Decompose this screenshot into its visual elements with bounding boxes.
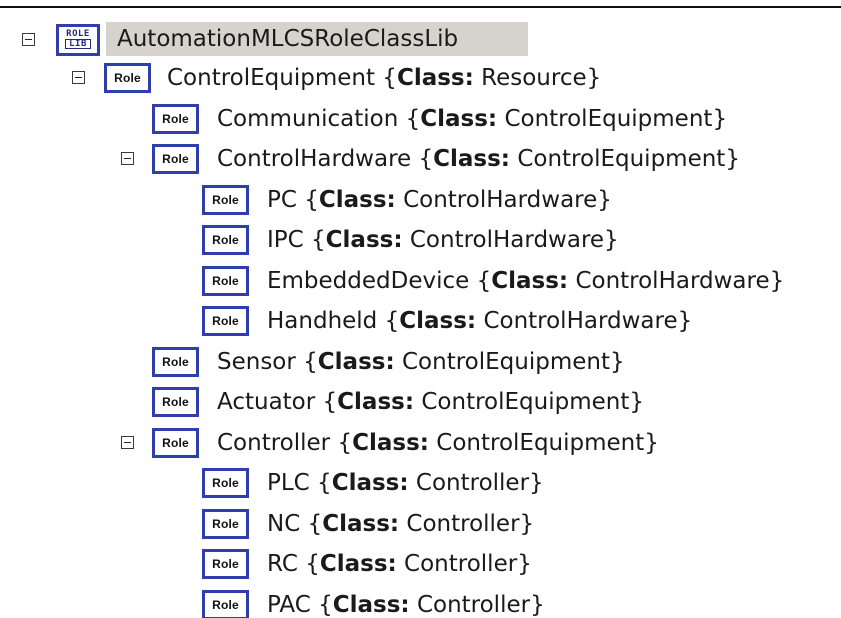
role-class-name: IPC — [267, 227, 304, 253]
role-class-icon: Role — [202, 266, 249, 296]
library-name[interactable]: AutomationMLCSRoleClassLib — [117, 22, 458, 56]
role-class-name: Actuator — [217, 389, 316, 415]
role-class-name: PLC — [267, 470, 310, 496]
role-class-icon: Role — [202, 549, 249, 579]
parent-class-name: ControlHardware — [575, 268, 770, 294]
role-class-icon: Role — [202, 468, 249, 498]
class-keyword: Class: — [318, 187, 396, 213]
role-class-name: Communication — [217, 106, 399, 132]
role-class-icon: Role — [202, 185, 249, 215]
library-icon-text-bottom: LIB — [65, 39, 91, 49]
class-keyword: Class: — [331, 470, 409, 496]
collapse-toggle[interactable] — [121, 436, 134, 449]
parent-class-name: Controller — [406, 511, 520, 537]
class-keyword: Class: — [396, 65, 474, 91]
class-keyword: Class: — [399, 308, 477, 334]
class-keyword: Class: — [319, 551, 397, 577]
collapse-toggle-root[interactable] — [22, 33, 35, 46]
tree-node-label[interactable]: PC {Class: ControlHardware} — [267, 185, 612, 215]
role-class-icon: Role — [152, 144, 199, 174]
class-keyword: Class: — [491, 268, 569, 294]
parent-class-name: ControlHardware — [483, 308, 678, 334]
parent-class-name: ControlEquipment — [421, 389, 630, 415]
role-class-name: NC — [267, 511, 301, 537]
role-class-icon: Role — [104, 63, 151, 93]
role-library-icon: ROLE LIB — [56, 24, 100, 56]
role-class-name: Handheld — [267, 308, 378, 334]
top-divider — [0, 6, 841, 8]
role-class-name: Sensor — [217, 349, 296, 375]
role-class-icon: Role — [152, 347, 199, 377]
class-keyword: Class: — [420, 106, 498, 132]
collapse-toggle[interactable] — [72, 71, 85, 84]
class-keyword: Class: — [332, 592, 410, 618]
tree-node-label[interactable]: Actuator {Class: ControlEquipment} — [217, 387, 644, 417]
parent-class-name: ControlEquipment — [517, 146, 726, 172]
role-class-icon: Role — [152, 104, 199, 134]
parent-class-name: ControlEquipment — [401, 349, 610, 375]
role-class-name: ControlHardware — [217, 146, 412, 172]
parent-class-name: ControlEquipment — [436, 430, 645, 456]
tree-node-label[interactable]: ControlEquipment {Class: Resource} — [167, 63, 601, 93]
tree-node-label[interactable]: RC {Class: Controller} — [267, 549, 532, 579]
tree-node-label[interactable]: IPC {Class: ControlHardware} — [267, 225, 619, 255]
parent-class-name: Controller — [404, 551, 518, 577]
role-class-icon: Role — [202, 509, 249, 539]
role-class-icon: Role — [202, 590, 249, 618]
tree-node-label[interactable]: NC {Class: Controller} — [267, 509, 534, 539]
role-class-name: PC — [267, 187, 297, 213]
role-class-icon: Role — [202, 306, 249, 336]
tree-node-label[interactable]: Communication {Class: ControlEquipment} — [217, 104, 727, 134]
collapse-toggle[interactable] — [121, 152, 134, 165]
parent-class-name: Controller — [416, 592, 531, 618]
role-class-name: Controller — [217, 430, 331, 456]
tree-node-label[interactable]: Controller {Class: ControlEquipment} — [217, 428, 659, 458]
class-keyword: Class: — [337, 389, 415, 415]
tree-node-label[interactable]: EmbeddedDevice {Class: ControlHardware} — [267, 266, 784, 296]
parent-class-name: ControlHardware — [409, 227, 605, 253]
role-class-name: RC — [267, 551, 298, 577]
role-class-name: ControlEquipment — [167, 65, 375, 91]
tree-node-label[interactable]: PLC {Class: Controller} — [267, 468, 544, 498]
parent-class-name: ControlEquipment — [504, 106, 713, 132]
role-class-name: EmbeddedDevice — [267, 268, 470, 294]
tree-node-label[interactable]: Handheld {Class: ControlHardware} — [267, 306, 692, 336]
role-class-tree: ROLE LIB AutomationMLCSRoleClassLib Role… — [0, 0, 841, 618]
class-keyword: Class: — [317, 349, 395, 375]
class-keyword: Class: — [433, 146, 511, 172]
parent-class-name: Controller — [415, 470, 530, 496]
parent-class-name: Resource — [481, 65, 587, 91]
role-class-icon: Role — [152, 387, 199, 417]
role-class-icon: Role — [152, 428, 199, 458]
tree-node-label[interactable]: PAC {Class: Controller} — [267, 590, 545, 618]
tree-node-label[interactable]: Sensor {Class: ControlEquipment} — [217, 347, 625, 377]
parent-class-name: ControlHardware — [403, 187, 598, 213]
role-class-icon: Role — [202, 225, 249, 255]
tree-node-label[interactable]: ControlHardware {Class: ControlEquipment… — [217, 144, 740, 174]
class-keyword: Class: — [325, 227, 403, 253]
library-icon-text-top: ROLE — [66, 29, 90, 39]
class-keyword: Class: — [322, 511, 400, 537]
role-class-name: PAC — [267, 592, 311, 618]
class-keyword: Class: — [352, 430, 429, 456]
